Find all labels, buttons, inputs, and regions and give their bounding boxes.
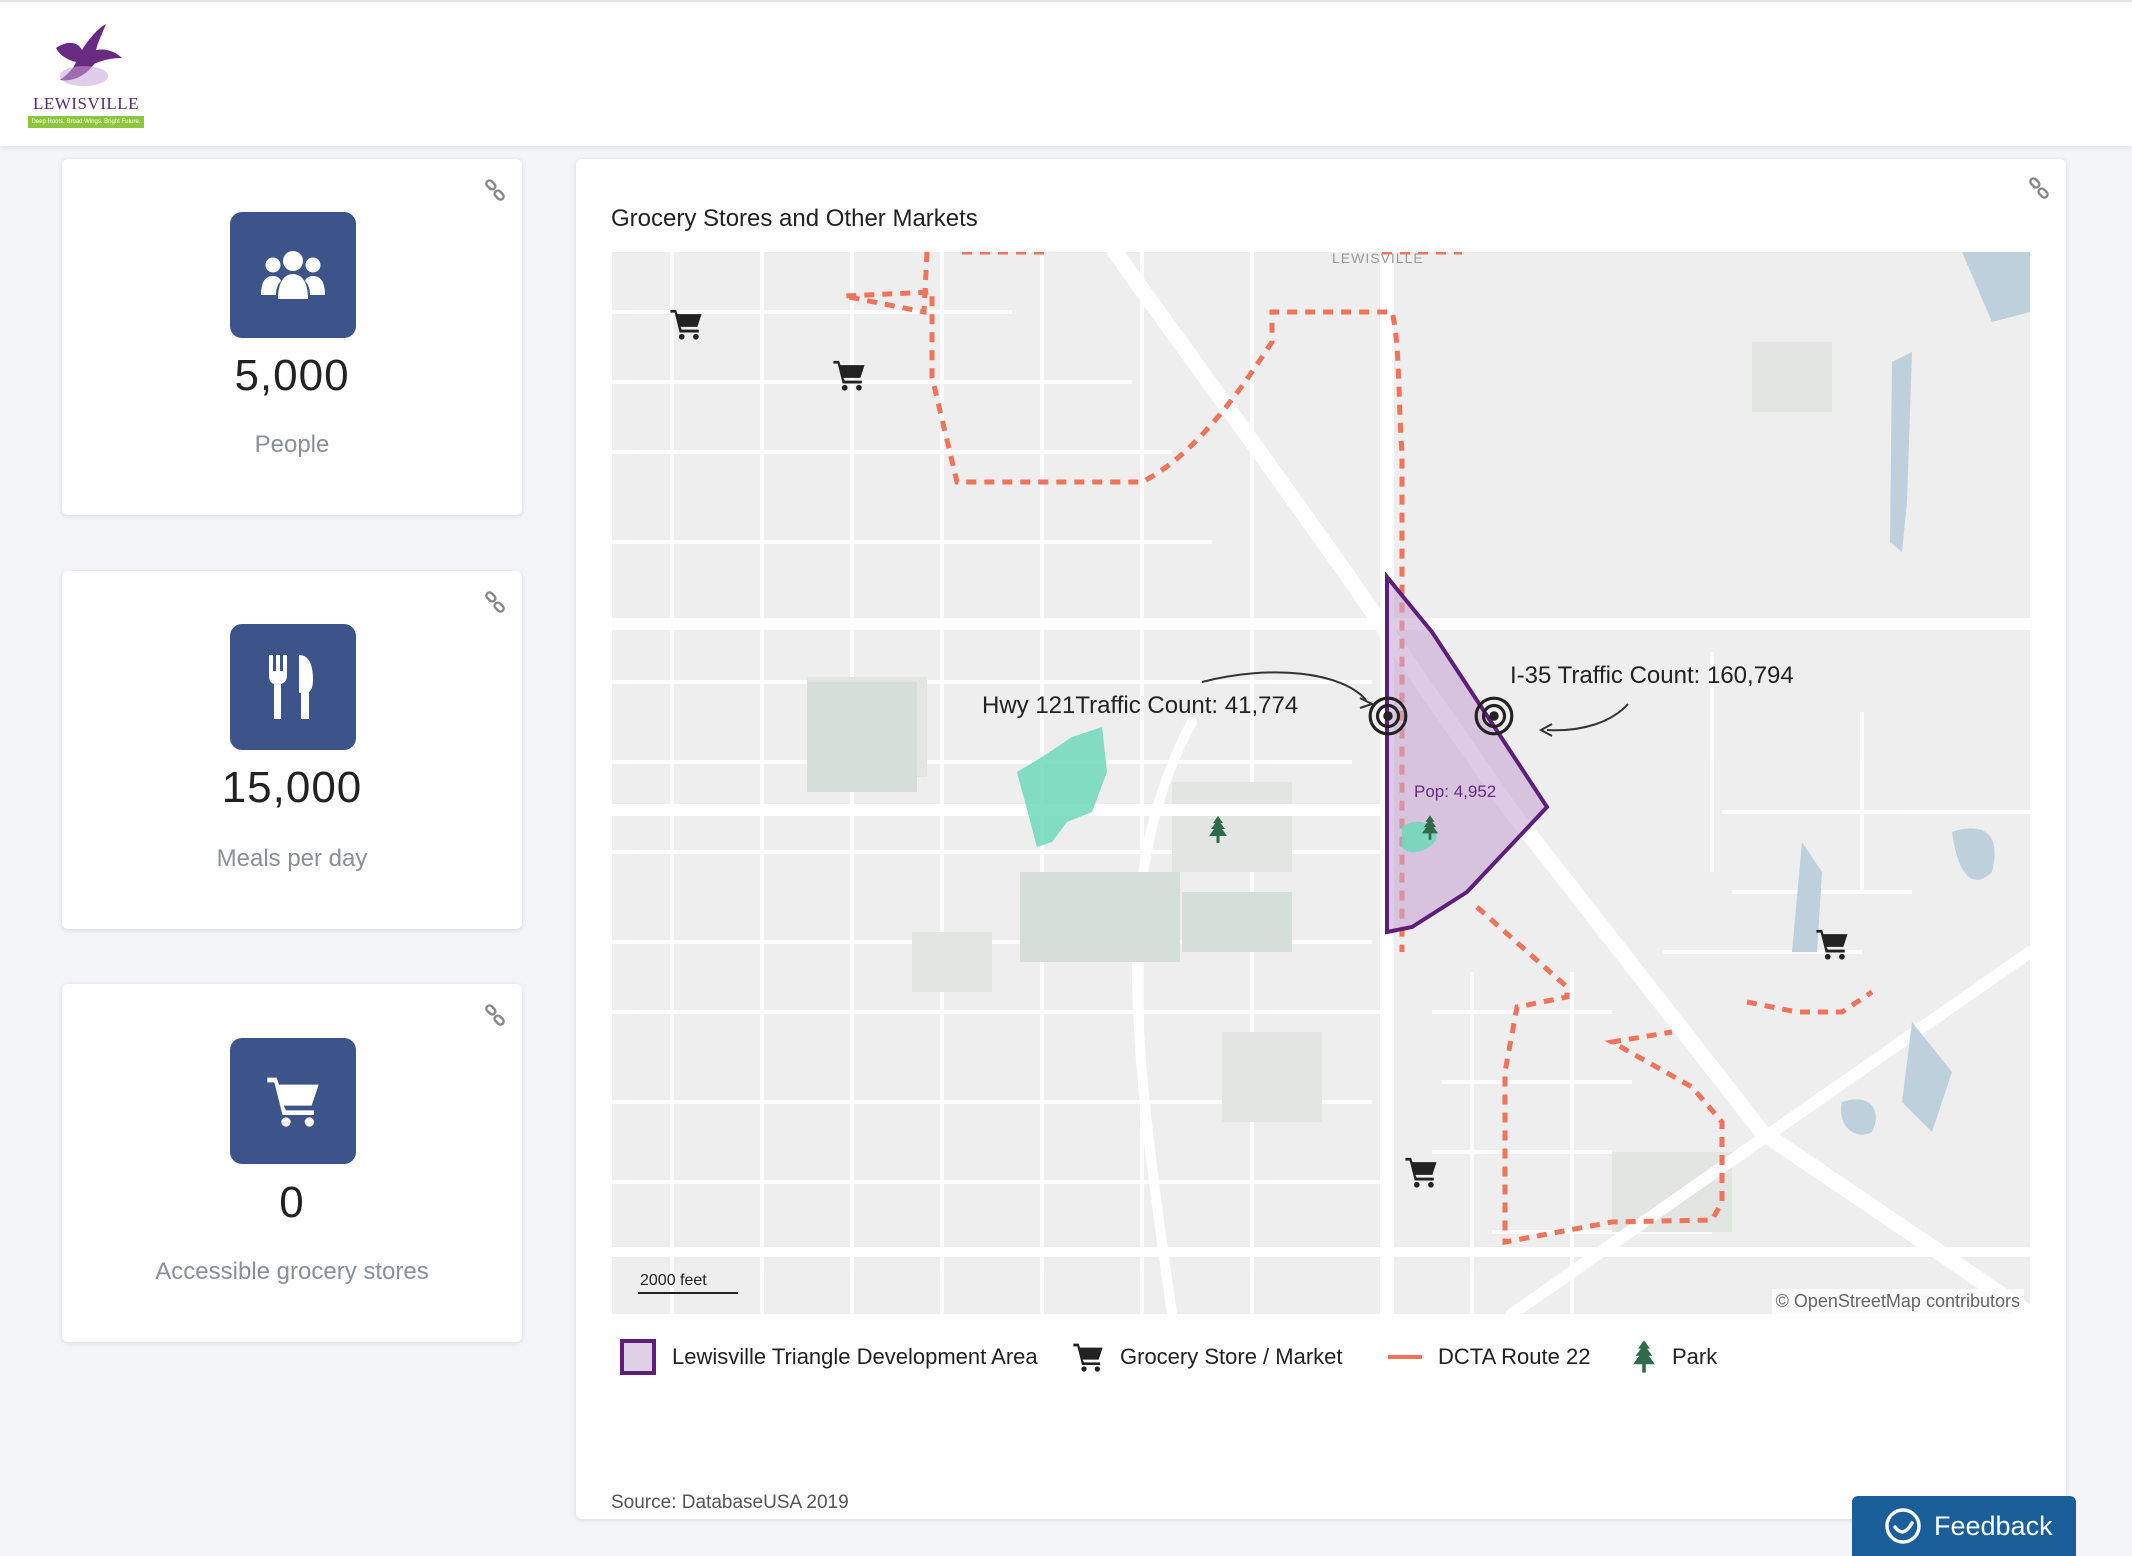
legend-item-park: Park: [1632, 1335, 1717, 1379]
stat-icon-box: [230, 212, 356, 338]
link-icon[interactable]: [484, 591, 506, 613]
park-marker-icon[interactable]: [1208, 816, 1228, 844]
shopping-cart-icon: [267, 1077, 319, 1127]
city-map-label: LEWISVILLE: [1332, 252, 1424, 266]
park-marker-icon[interactable]: [1421, 815, 1439, 841]
traffic-target-i35-icon[interactable]: [1473, 695, 1515, 737]
grocery-marker-icon[interactable]: [669, 307, 703, 341]
feedback-button[interactable]: Feedback: [1852, 1496, 2076, 1556]
top-header: LEWISVILLE Deep Roots. Broad Wings. Brig…: [0, 0, 2132, 146]
stat-card-people: 5,000 People: [62, 159, 522, 515]
stat-icon-box: [230, 1038, 356, 1164]
link-icon[interactable]: [484, 179, 506, 201]
legend-item-development-area: Lewisville Triangle Development Area: [620, 1335, 1038, 1379]
fork-knife-icon: [269, 655, 313, 719]
street-map[interactable]: [612, 252, 2030, 1314]
data-source: Source: DatabaseUSA 2019: [611, 1492, 849, 1513]
traffic-target-hwy121-icon[interactable]: [1367, 695, 1409, 737]
stat-label: Accessible grocery stores: [155, 1258, 429, 1285]
stat-card-grocery: 0 Accessible grocery stores: [62, 984, 522, 1342]
bird-logo-icon: [56, 24, 122, 86]
stat-value: 15,000: [221, 763, 363, 812]
hwy121-traffic-label: Hwy 121Traffic Count: 41,774: [982, 692, 1299, 719]
logo-wordmark: LEWISVILLE: [32, 94, 140, 113]
legend-label: Grocery Store / Market: [1120, 1344, 1343, 1369]
map-view[interactable]: LEWISVILLE Hwy 121Traffic Count: 41,774 …: [612, 252, 2030, 1314]
feedback-label: Feedback: [1934, 1510, 2053, 1541]
grocery-marker-icon[interactable]: [1404, 1155, 1438, 1189]
tree-icon: [1632, 1340, 1656, 1374]
map-attribution[interactable]: © OpenStreetMap contributors: [1771, 1289, 2024, 1314]
grocery-marker-icon[interactable]: [1815, 927, 1849, 961]
area-swatch-icon: [620, 1339, 656, 1375]
legend-label: Park: [1672, 1344, 1718, 1369]
logo-tagline: Deep Roots. Broad Wings. Bright Future.: [28, 116, 144, 128]
stat-label: People: [254, 431, 330, 458]
shopping-cart-icon: [1072, 1341, 1104, 1373]
stat-value: 5,000: [234, 351, 350, 400]
map-card: Grocery Stores and Other Markets LEWISVI…: [576, 159, 2066, 1519]
map-title: Grocery Stores and Other Markets: [611, 205, 978, 232]
population-label: Pop: 4,952: [1414, 782, 1497, 801]
stat-icon-box: [230, 624, 356, 750]
legend-item-grocery: Grocery Store / Market: [1072, 1335, 1343, 1379]
stat-card-meals: 15,000 Meals per day: [62, 571, 522, 929]
scale-label: 2000 feet: [640, 1272, 707, 1289]
legend-label: DCTA Route 22: [1438, 1344, 1591, 1369]
feedback-check-icon: [1885, 1508, 1921, 1544]
route-line-icon: [1388, 1355, 1422, 1359]
legend-label: Lewisville Triangle Development Area: [672, 1344, 1038, 1369]
people-icon: [261, 251, 325, 299]
lewisville-logo[interactable]: LEWISVILLE Deep Roots. Broad Wings. Brig…: [26, 20, 146, 132]
stat-value: 0: [279, 1178, 305, 1227]
i35-traffic-label: I-35 Traffic Count: 160,794: [1510, 662, 1794, 689]
link-icon[interactable]: [2028, 177, 2050, 199]
stat-label: Meals per day: [216, 845, 368, 872]
scale-bar: 2000 feet: [638, 1272, 738, 1294]
link-icon[interactable]: [484, 1004, 506, 1026]
grocery-marker-icon[interactable]: [832, 358, 866, 392]
legend-item-route: DCTA Route 22: [1388, 1335, 1590, 1379]
